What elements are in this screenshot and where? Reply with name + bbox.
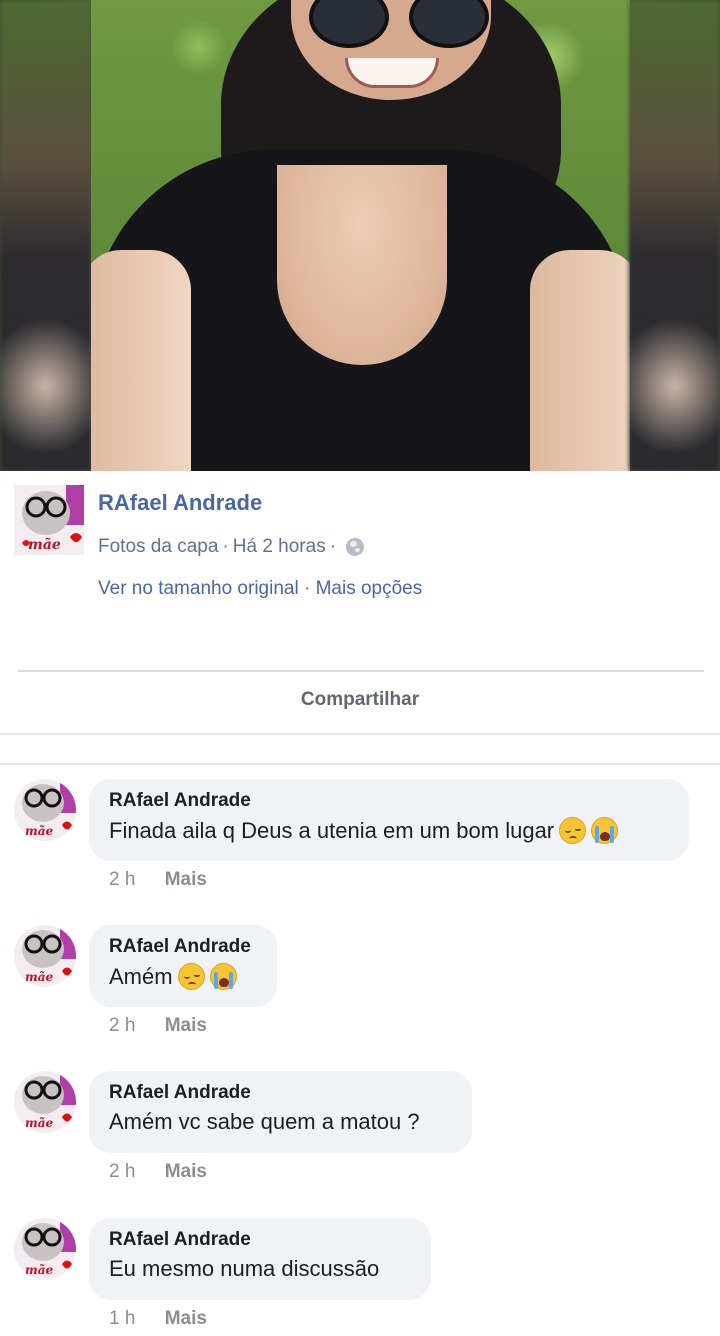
globe-icon [346,538,365,556]
commenter-name[interactable]: RAfael Andrade [109,1082,452,1104]
more-link[interactable]: Mais [165,1161,207,1182]
comment-text: Finada aila q Deus a utenia em um bom lu… [109,817,555,843]
commenter-name[interactable]: RAfael Andrade [109,936,257,958]
comment-text-row: Finada aila q Deus a utenia em um bom lu… [109,817,669,844]
post-header: mãe RAfael Andrade Fotos da capa · Há 2 … [0,471,720,671]
comment-meta: 2 h Mais [109,1015,207,1037]
more-link[interactable]: Mais [165,869,207,890]
post-time[interactable]: Há 2 horas [233,536,326,558]
comment-time[interactable]: 2 h [109,1015,135,1036]
comment-bubble: RAfael Andrade Amém [89,925,277,1007]
comment-bubble: RAfael Andrade Eu mesmo numa discussão [89,1218,431,1300]
photo-blur-right [629,0,720,471]
comment-text-row: Eu mesmo numa discussão [109,1256,411,1282]
view-original-link[interactable]: Ver no tamanho original [98,578,299,599]
comment-meta: 2 h Mais [109,1161,207,1183]
divider [0,733,720,735]
commenter-avatar[interactable]: mãe [14,925,76,987]
divider [0,763,720,765]
comment-text: Amém [109,963,173,989]
album-link[interactable]: Fotos da capa [98,536,218,558]
commenter-avatar[interactable]: mãe [14,1071,76,1133]
cover-photo[interactable] [0,0,720,471]
photo-image [91,0,630,471]
svg-text:mãe: mãe [25,824,53,838]
comment-text: Eu mesmo numa discussão [109,1256,380,1281]
svg-text:mãe: mãe [25,970,53,984]
svg-text:mãe: mãe [28,536,61,553]
comment-text-row: Amém vc sabe quem a matou ? [109,1109,452,1135]
photo-options: Ver no tamanho original · Mais opções [98,578,423,599]
more-link[interactable]: Mais [165,1015,207,1036]
loudly-crying-face-icon [591,817,619,844]
commenter-name[interactable]: RAfael Andrade [109,790,669,812]
pensive-face-icon [177,963,205,990]
share-button[interactable]: Compartilhar [0,672,720,732]
post-meta: Fotos da capa · Há 2 horas · [98,536,365,558]
comment-text-row: Amém [109,963,257,990]
svg-text:mãe: mãe [25,1263,53,1277]
commenter-name[interactable]: RAfael Andrade [109,1229,411,1251]
comment-time[interactable]: 2 h [109,1161,135,1182]
comment-time[interactable]: 2 h [109,869,135,890]
photo-blur-left [0,0,91,471]
comment-text: Amém vc sabe quem a matou ? [109,1109,420,1134]
comment-time[interactable]: 1 h [109,1308,135,1329]
comment-bubble: RAfael Andrade Amém vc sabe quem a matou… [89,1071,472,1153]
commenter-avatar[interactable]: mãe [14,1218,76,1280]
comment-meta: 1 h Mais [109,1308,207,1330]
loudly-crying-face-icon [209,963,237,990]
author-avatar[interactable]: mãe [14,485,84,555]
pensive-face-icon [559,817,587,844]
more-link[interactable]: Mais [165,1308,207,1329]
author-name-link[interactable]: RAfael Andrade [98,490,262,516]
more-options-link[interactable]: Mais opções [316,578,423,599]
comment-bubble: RAfael Andrade Finada aila q Deus a uten… [89,779,689,861]
commenter-avatar[interactable]: mãe [14,779,76,841]
comment-meta: 2 h Mais [109,869,207,891]
svg-text:mãe: mãe [25,1116,53,1130]
